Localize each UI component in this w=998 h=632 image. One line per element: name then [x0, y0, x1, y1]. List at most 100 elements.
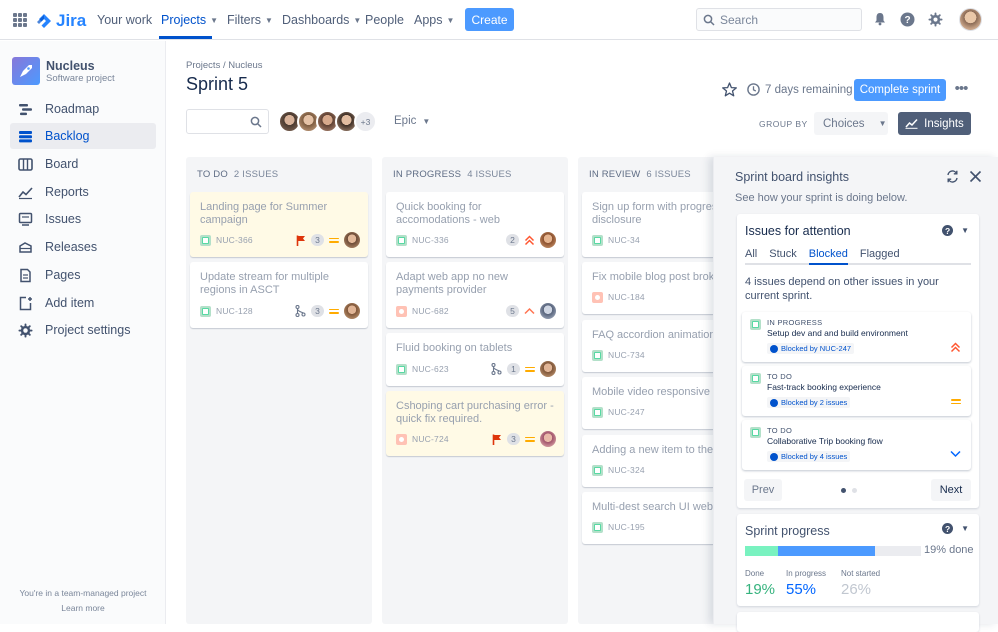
sidebar-item-add-item[interactable]: Add item: [10, 290, 156, 316]
chevron-down-icon[interactable]: ▼: [961, 226, 969, 235]
notifications-icon[interactable]: [872, 11, 888, 27]
issue-title: Fast-track booking experience: [767, 382, 881, 392]
settings-gear-icon[interactable]: [927, 11, 943, 27]
sidebar-item-pages[interactable]: Pages: [10, 262, 156, 288]
nav-projects[interactable]: Projects ▼: [161, 13, 218, 27]
issue-key: NUC-34: [608, 235, 640, 245]
branch-icon: [491, 363, 502, 375]
insights-button[interactable]: Insights: [898, 112, 971, 135]
next-button[interactable]: Next: [931, 479, 971, 501]
nav-label: Your work: [97, 13, 153, 27]
star-icon[interactable]: [722, 82, 737, 97]
priority-highest-icon: [524, 234, 535, 245]
search-box: [696, 8, 862, 31]
help-icon[interactable]: ?: [942, 225, 954, 236]
sidebar-item-project-settings[interactable]: Project settings: [10, 317, 156, 343]
nav-apps[interactable]: Apps ▼: [414, 13, 454, 27]
assignee-filter: +3: [278, 110, 377, 133]
issue-key: NUC-184: [608, 292, 645, 302]
column-header: IN PROGRESS 4 ISSUES: [393, 169, 512, 180]
issue-card[interactable]: Fluid booking on tablets NUC-623 1: [386, 333, 564, 386]
pagination-dots: [841, 488, 857, 493]
releases-icon: [19, 241, 32, 253]
blocked-badge[interactable]: Blocked by 2 issues: [767, 397, 851, 408]
next-insight-card: [737, 612, 979, 632]
user-avatar[interactable]: [959, 8, 982, 31]
board-search-input[interactable]: [186, 109, 269, 134]
learn-more-link[interactable]: Learn more: [0, 603, 166, 613]
search-input[interactable]: [720, 12, 850, 27]
story-icon: [592, 464, 603, 476]
story-icon: [396, 363, 407, 375]
card-title: Cshoping cart purchasing error - quick f…: [396, 400, 554, 425]
tab-all[interactable]: All: [745, 248, 757, 265]
group-by-select[interactable]: Choices ▼: [814, 112, 888, 135]
nav-your-work[interactable]: Your work: [97, 13, 152, 27]
issue-card[interactable]: Adapt web app no new payments provider N…: [386, 262, 564, 328]
story-points: 5: [506, 305, 519, 317]
more-actions-icon[interactable]: •••: [952, 80, 970, 100]
issue-card[interactable]: Quick booking for accomodations - web NU…: [386, 192, 564, 257]
sprint-insights-panel: Sprint board insights See how your sprin…: [713, 157, 998, 632]
nav-dashboards[interactable]: Dashboards ▼: [282, 13, 361, 27]
story-icon: [750, 373, 761, 384]
issue-card[interactable]: Update stream for multiple regions in AS…: [190, 262, 368, 328]
progress-percent: 19% done: [924, 544, 974, 556]
nav-label: Projects: [161, 13, 207, 27]
create-button[interactable]: Create: [465, 8, 514, 31]
help-icon[interactable]: ?: [899, 11, 915, 27]
story-icon: [592, 406, 603, 418]
nav-people[interactable]: People: [365, 13, 404, 27]
blocked-issue-item[interactable]: TO DO Collaborative Trip booking flow Bl…: [742, 420, 971, 470]
gear-icon: [18, 322, 33, 338]
chevron-down-icon[interactable]: ▼: [961, 524, 969, 533]
breadcrumb[interactable]: Projects / Nucleus: [186, 60, 263, 71]
blocked-issue-item[interactable]: TO DO Fast-track booking experience Bloc…: [742, 366, 971, 416]
issue-card[interactable]: Cshoping cart purchasing error - quick f…: [386, 391, 564, 456]
blocked-badge[interactable]: Blocked by NUC-247: [767, 343, 855, 354]
nav-label: Dashboards: [282, 13, 350, 27]
help-icon[interactable]: ?: [942, 523, 954, 534]
column-to-do: TO DO 2 ISSUES Landing page for Summer ca…: [186, 157, 372, 624]
issue-key: NUC-324: [608, 465, 645, 475]
story-icon: [592, 234, 603, 246]
prev-button[interactable]: Prev: [744, 479, 782, 501]
project-name[interactable]: Nucleus: [46, 59, 95, 73]
avatar: [540, 431, 556, 447]
stat-label: In progress: [786, 569, 827, 578]
epic-label: Epic: [394, 115, 417, 127]
nav-filters[interactable]: Filters ▼: [227, 13, 273, 27]
sidebar-item-label: Reports: [45, 185, 89, 199]
sidebar-item-board[interactable]: Board: [10, 151, 156, 177]
bug-icon: [592, 291, 603, 303]
sidebar-item-releases[interactable]: Releases: [10, 234, 156, 260]
close-icon[interactable]: [969, 170, 982, 183]
issue-key: NUC-623: [412, 364, 449, 374]
blocked-issue-item[interactable]: IN PROGRESS Setup dev and and build envi…: [742, 312, 971, 362]
tab-blocked[interactable]: Blocked: [808, 248, 848, 265]
refresh-icon[interactable]: [946, 170, 959, 183]
sidebar-item-reports[interactable]: Reports: [10, 179, 156, 205]
epic-filter[interactable]: Epic ▼: [394, 115, 430, 127]
app-switcher-icon[interactable]: [13, 13, 27, 27]
group-by-value: Choices: [823, 117, 865, 130]
blocked-badge[interactable]: Blocked by 4 issues: [767, 451, 851, 462]
sidebar-item-label: Board: [45, 157, 79, 171]
progress-in-progress-segment: [778, 546, 876, 556]
sidebar-item-label: Add item: [45, 296, 95, 310]
jira-logo[interactable]: Jira: [36, 11, 86, 31]
more-assignees[interactable]: +3: [354, 110, 377, 133]
sidebar-item-roadmap[interactable]: Roadmap: [10, 96, 156, 122]
jira-logo-icon: [37, 14, 51, 28]
sidebar-item-label: Project settings: [45, 323, 131, 337]
sidebar-item-backlog[interactable]: Backlog: [10, 123, 156, 149]
card-footer: NUC-336 2: [396, 232, 556, 248]
issue-card[interactable]: Landing page for Summer campaign NUC-366…: [190, 192, 368, 257]
jira-logo-text: Jira: [56, 11, 87, 30]
complete-sprint-button[interactable]: Complete sprint: [854, 79, 946, 101]
column-header: IN REVIEW 6 ISSUES: [589, 169, 691, 180]
tab-flagged[interactable]: Flagged: [860, 248, 900, 265]
tab-stuck[interactable]: Stuck: [769, 248, 797, 265]
sidebar-item-issues[interactable]: Issues: [10, 206, 156, 232]
blocked-icon: [770, 452, 778, 461]
